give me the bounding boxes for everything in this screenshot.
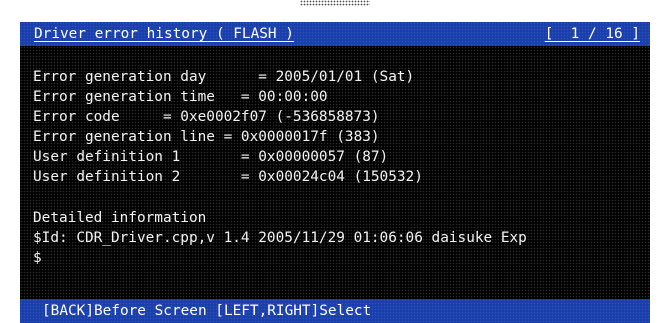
- detail-id-line: $Id: CDR_Driver.cpp,v 1.4 2005/11/29 01:…: [33, 230, 527, 246]
- user-definition-1: User definition 1 = 0x00000057 (87): [33, 149, 389, 165]
- error-generation-time: Error generation time = 00:00:00: [33, 89, 328, 105]
- footer-bar: [BACK]Before Screen [LEFT,RIGHT]Select: [20, 299, 650, 323]
- user-definition-2: User definition 2 = 0x00024c04 (150532): [33, 169, 423, 185]
- key-hint: [BACK]Before Screen [LEFT,RIGHT]Select: [42, 303, 372, 319]
- top-edge-artifact: [300, 0, 370, 6]
- screen-title: Driver error history ( FLASH ): [34, 26, 294, 42]
- error-code: Error code = 0xe0002f07 (-536858873): [33, 109, 380, 125]
- error-generation-line: Error generation line = 0x0000017f (383): [33, 129, 380, 145]
- page-indicator: [ 1 / 16 ]: [544, 26, 640, 42]
- detailed-information-heading: Detailed information: [33, 210, 207, 226]
- top-strip: [0, 0, 670, 22]
- detail-end-line: $: [33, 250, 42, 266]
- error-generation-day: Error generation day = 2005/01/01 (Sat): [33, 69, 415, 85]
- title-bar: Driver error history ( FLASH ) [ 1 / 16 …: [20, 22, 650, 46]
- error-history-screen: Driver error history ( FLASH ) [ 1 / 16 …: [20, 22, 650, 323]
